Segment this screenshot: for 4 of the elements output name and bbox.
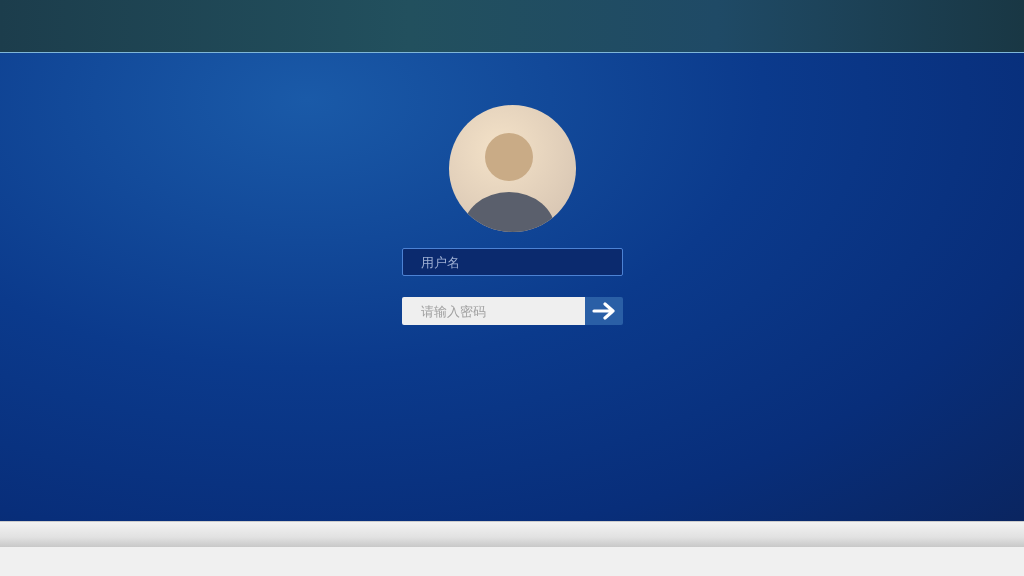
submit-button[interactable] [584, 297, 623, 325]
password-field[interactable]: 请输入密码 [401, 297, 585, 325]
username-field[interactable]: 用户名 [401, 248, 623, 276]
arrow-right-icon [591, 302, 616, 320]
